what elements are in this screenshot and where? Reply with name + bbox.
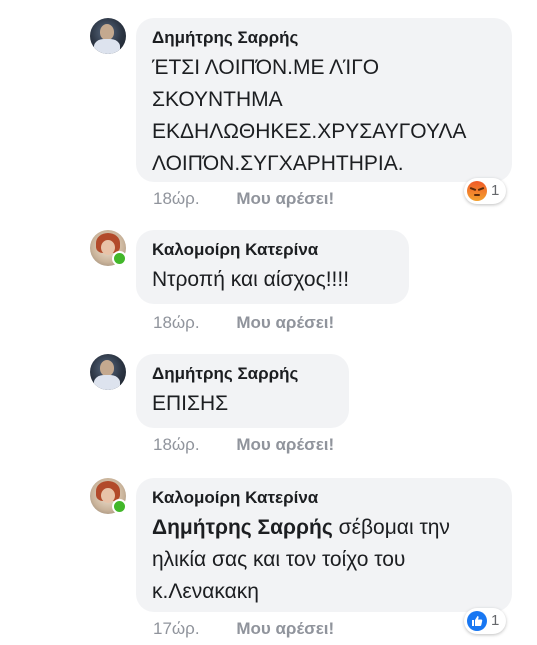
online-status-indicator — [112, 251, 127, 266]
like-link[interactable]: Μου αρέσει! — [236, 618, 334, 640]
comment-meta: 18ώρ. Μου αρέσει! — [153, 312, 334, 334]
comment-meta: 18ώρ. Μου αρέσει! — [153, 188, 334, 210]
comment-bubble: Καλομοίρη Κατερίνα Δημήτρης Σαρρής σέβομ… — [136, 478, 512, 612]
comment-text: ΕΠΙΣΗΣ — [152, 392, 229, 415]
comment-author[interactable]: Δημήτρης Σαρρής — [152, 27, 496, 49]
like-reaction-icon — [467, 611, 487, 631]
angry-reaction-icon — [467, 181, 487, 201]
reaction-summary[interactable]: 1 — [464, 178, 507, 204]
comment-time[interactable]: 17ώρ. — [153, 618, 200, 640]
reaction-count: 1 — [491, 182, 500, 199]
comment-text: Ντροπή και αίσχος!!!! — [152, 268, 350, 291]
online-status-indicator — [112, 499, 127, 514]
comment-author[interactable]: Δημήτρης Σαρρής — [152, 363, 333, 385]
avatar[interactable] — [90, 478, 127, 514]
reaction-count: 1 — [491, 612, 500, 629]
comment-bubble: Δημήτρης Σαρρής ΈΤΣΙ ΛΟΙΠΌΝ.ΜΕ ΛΊΓΟ ΣΚΟΥ… — [136, 18, 512, 182]
like-link[interactable]: Μου αρέσει! — [236, 312, 334, 334]
comment-meta: 18ώρ. Μου αρέσει! — [153, 434, 334, 456]
comment-bubble: Δημήτρης Σαρρής ΕΠΙΣΗΣ — [136, 354, 349, 428]
profile-photo — [90, 18, 126, 54]
like-link[interactable]: Μου αρέσει! — [236, 188, 334, 210]
avatar[interactable] — [90, 230, 127, 266]
mention-link[interactable]: Δημήτρης Σαρρής — [152, 516, 333, 539]
comment-author[interactable]: Καλομοίρη Κατερίνα — [152, 239, 393, 261]
comment-text: ΈΤΣΙ ΛΟΙΠΌΝ.ΜΕ ΛΊΓΟ ΣΚΟΥΝΤΗΜΑ ΕΚΔΗΛΩΘΗΚΕ… — [152, 56, 467, 175]
avatar[interactable] — [90, 18, 126, 54]
comment-bubble: Καλομοίρη Κατερίνα Ντροπή και αίσχος!!!! — [136, 230, 409, 304]
comment-text: Δημήτρης Σαρρής σέβομαι την ηλικία σας κ… — [152, 512, 496, 608]
reaction-summary[interactable]: 1 — [464, 608, 507, 634]
comment-time[interactable]: 18ώρ. — [153, 188, 200, 210]
comment-time[interactable]: 18ώρ. — [153, 434, 200, 456]
comment-author[interactable]: Καλομοίρη Κατερίνα — [152, 487, 496, 509]
profile-photo — [90, 354, 126, 390]
comment-time[interactable]: 18ώρ. — [153, 312, 200, 334]
avatar[interactable] — [90, 354, 126, 390]
comment-meta: 17ώρ. Μου αρέσει! — [153, 618, 334, 640]
like-link[interactable]: Μου αρέσει! — [236, 434, 334, 456]
